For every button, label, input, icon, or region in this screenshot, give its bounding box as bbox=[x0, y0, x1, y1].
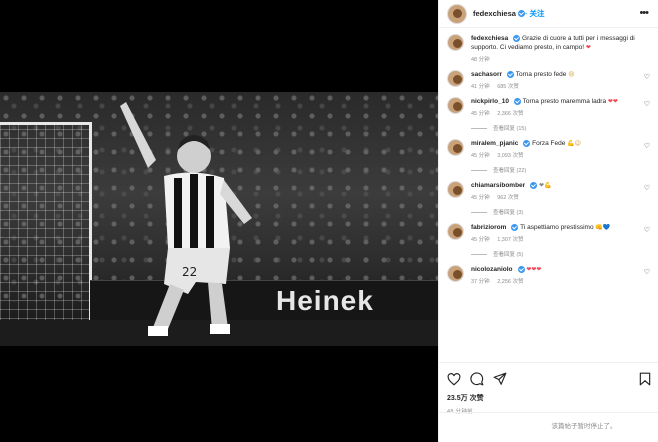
header-username[interactable]: fedexchiesa bbox=[473, 9, 516, 18]
red-heart-icon: ❤❤❤ bbox=[526, 266, 542, 273]
avatar[interactable] bbox=[447, 139, 464, 156]
avatar[interactable] bbox=[447, 3, 467, 24]
comment: fabriziorom Ti aspettiamo prestissimo 👊💙… bbox=[447, 223, 650, 258]
comment-text: Torna presto maremma ladra bbox=[522, 98, 607, 105]
like-heart-icon[interactable]: ♡ bbox=[644, 268, 650, 276]
comment-meta: 37 分钟 2,256 次赞 bbox=[471, 277, 638, 285]
verified-badge-icon bbox=[530, 181, 538, 189]
svg-text:22: 22 bbox=[182, 265, 197, 279]
likes-count[interactable]: 23.5万 次赞 bbox=[447, 393, 651, 403]
comment-likes[interactable]: 962 次赞 bbox=[497, 195, 519, 201]
caption-username[interactable]: fedexchiesa bbox=[471, 35, 508, 42]
like-heart-icon[interactable]: ♡ bbox=[644, 142, 650, 150]
caption-text: fedexchiesa Grazie di cuore a tutti per … bbox=[471, 34, 638, 52]
avatar[interactable] bbox=[447, 70, 464, 87]
view-replies-button[interactable]: 查看回复 (15) bbox=[471, 124, 638, 132]
red-heart-icon: ❤ bbox=[585, 44, 591, 51]
comment-likes[interactable]: 685 次赞 bbox=[497, 84, 519, 90]
comment-meta: 45 分钟 962 次赞 bbox=[471, 193, 638, 201]
comment-meta: 45 分钟 2,366 次赞 bbox=[471, 109, 638, 117]
comment-time: 45 分钟 bbox=[471, 111, 490, 117]
comment-text: Ti aspettiamo prestissimo bbox=[520, 224, 594, 231]
bookmark-icon[interactable] bbox=[639, 372, 651, 386]
comment-time: 45 分钟 bbox=[471, 237, 490, 243]
comment: nicolozaniolo ❤❤❤ 37 分钟 2,256 次赞 ♡ bbox=[447, 265, 650, 285]
post-header: fedexchiesa · 关注 ••• bbox=[439, 0, 658, 28]
comment-username[interactable]: miralem_pjanic bbox=[471, 140, 518, 147]
comment-username[interactable]: sachasorr bbox=[471, 71, 502, 78]
board-text: Heinek bbox=[276, 285, 374, 316]
avatar[interactable] bbox=[447, 265, 464, 282]
goal-net bbox=[0, 122, 92, 346]
verified-badge-icon bbox=[517, 10, 525, 17]
more-options-icon[interactable]: ••• bbox=[639, 8, 649, 19]
comment-time: 37 分钟 bbox=[471, 279, 490, 285]
view-replies-button[interactable]: 查看回复 (5) bbox=[471, 250, 638, 258]
comment-likes[interactable]: 2,256 次赞 bbox=[497, 279, 523, 285]
avatar[interactable] bbox=[447, 223, 464, 240]
fist-and-blue-heart-icon: 👊💙 bbox=[595, 224, 611, 231]
comment-username[interactable]: chiamarsibomber bbox=[471, 182, 525, 189]
heart-and-arm-icon: ❤💪 bbox=[539, 182, 552, 189]
caption-meta: 48 分钟 bbox=[471, 55, 638, 63]
avatar[interactable] bbox=[447, 97, 464, 114]
share-icon[interactable] bbox=[493, 372, 507, 386]
comment: chiamarsibomber ❤💪 45 分钟 962 次赞 查看回复 (3)… bbox=[447, 181, 650, 216]
comment-username[interactable]: nickpirlo_10 bbox=[471, 98, 509, 105]
like-heart-icon[interactable]: ♡ bbox=[644, 184, 650, 192]
comment-text: Forza Fede bbox=[532, 140, 566, 147]
comment-text: Torna presto fede bbox=[515, 71, 567, 78]
verified-badge-icon bbox=[513, 97, 521, 105]
comment: nickpirlo_10 Torna presto maremma ladra … bbox=[447, 97, 650, 132]
verified-badge-icon bbox=[513, 34, 521, 42]
comment: sachasorr Torna presto fede 😢 41 分钟 685 … bbox=[447, 70, 650, 90]
flexed-arm-icon: 💪😉 bbox=[567, 140, 581, 147]
heart-icon[interactable] bbox=[447, 372, 461, 386]
caption: fedexchiesa Grazie di cuore a tutti per … bbox=[447, 34, 650, 63]
comment-time: 45 分钟 bbox=[471, 153, 490, 159]
view-replies-button[interactable]: 查看回复 (3) bbox=[471, 208, 638, 216]
comment-time: 45 分钟 bbox=[471, 195, 490, 201]
avatar[interactable] bbox=[447, 181, 464, 198]
comments-list: fedexchiesa Grazie di cuore a tutti per … bbox=[439, 28, 658, 285]
post-sidebar: fedexchiesa · 关注 ••• fedexchiesa Grazie … bbox=[438, 0, 658, 442]
verified-badge-icon bbox=[523, 139, 531, 147]
follow-button[interactable]: · 关注 bbox=[525, 8, 545, 19]
post-media: Heinek 22 bbox=[0, 0, 438, 442]
caption-time: 48 分钟 bbox=[471, 57, 490, 63]
comment-likes[interactable]: 1,307 次赞 bbox=[497, 237, 523, 243]
sad-face-icon: 😢 bbox=[568, 71, 575, 78]
comment: miralem_pjanic Forza Fede 💪😉 45 分钟 3,093… bbox=[447, 139, 650, 174]
verified-badge-icon bbox=[507, 70, 515, 78]
comment-likes[interactable]: 3,093 次赞 bbox=[497, 153, 523, 159]
comments-closed-notice: 该篇帖子暂时停止了。 bbox=[439, 412, 658, 442]
comment-time: 41 分钟 bbox=[471, 84, 490, 90]
post-photo[interactable]: Heinek 22 bbox=[0, 92, 438, 346]
like-heart-icon[interactable]: ♡ bbox=[644, 100, 650, 108]
comment-meta: 45 分钟 1,307 次赞 bbox=[471, 235, 638, 243]
avatar[interactable] bbox=[447, 34, 464, 51]
like-heart-icon[interactable]: ♡ bbox=[644, 226, 650, 234]
comment-icon[interactable] bbox=[470, 372, 484, 386]
view-replies-button[interactable]: 查看回复 (22) bbox=[471, 166, 638, 174]
comment-meta: 45 分钟 3,093 次赞 bbox=[471, 151, 638, 159]
verified-badge-icon bbox=[511, 223, 519, 231]
comment-likes[interactable]: 2,366 次赞 bbox=[497, 111, 523, 117]
comment-meta: 41 分钟 685 次赞 bbox=[471, 82, 638, 90]
comment-username[interactable]: fabriziorom bbox=[471, 224, 506, 231]
player-figure: 22 bbox=[120, 102, 252, 336]
post-actions: 23.5万 次赞 48 分钟前 bbox=[439, 362, 658, 415]
comment-username[interactable]: nicolozaniolo bbox=[471, 266, 513, 273]
verified-badge-icon bbox=[517, 265, 525, 273]
action-icons bbox=[447, 371, 651, 387]
red-heart-icon: ❤❤ bbox=[607, 98, 618, 105]
like-heart-icon[interactable]: ♡ bbox=[644, 73, 650, 81]
